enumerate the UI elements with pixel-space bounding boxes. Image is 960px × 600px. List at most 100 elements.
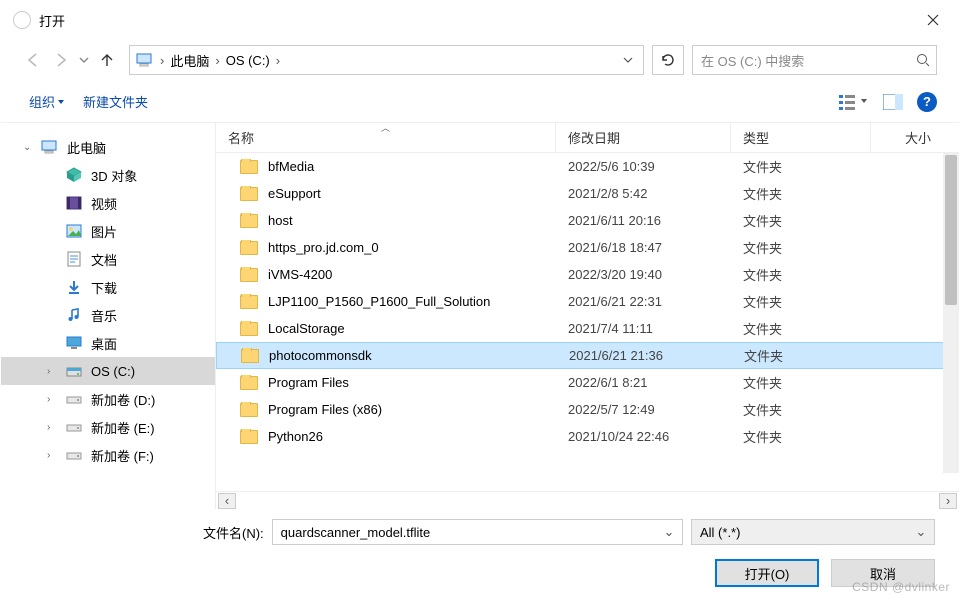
- pc-icon: [41, 138, 59, 156]
- file-type: 文件夹: [731, 319, 871, 338]
- column-headers: ︿ 名称 修改日期 类型 大小: [216, 123, 959, 153]
- tree-item[interactable]: 视频: [1, 189, 215, 217]
- recent-dropdown[interactable]: [75, 46, 93, 74]
- folder-icon: [240, 160, 258, 174]
- view-options-button[interactable]: [839, 93, 869, 111]
- table-row[interactable]: Python262021/10/24 22:46文件夹: [216, 423, 959, 450]
- breadcrumb-item[interactable]: 此电脑: [170, 51, 209, 70]
- tree-item-label: 视频: [91, 194, 117, 213]
- file-type: 文件夹: [731, 211, 871, 230]
- tree-item-label: 此电脑: [67, 138, 106, 157]
- file-type: 文件夹: [731, 292, 871, 311]
- tree-item-this-pc[interactable]: ⌄ 此电脑: [1, 133, 215, 161]
- table-row[interactable]: Program Files (x86)2022/5/7 12:49文件夹: [216, 396, 959, 423]
- file-type: 文件夹: [731, 373, 871, 392]
- file-name: eSupport: [268, 186, 321, 201]
- vertical-scrollbar[interactable]: [943, 153, 959, 473]
- preview-pane-button[interactable]: [883, 94, 903, 110]
- organize-menu[interactable]: 组织: [23, 88, 71, 115]
- file-name: LJP1100_P1560_P1600_Full_Solution: [268, 294, 490, 309]
- tree-item[interactable]: ›新加卷 (D:): [1, 385, 215, 413]
- table-row[interactable]: host2021/6/11 20:16文件夹: [216, 207, 959, 234]
- tree-item-label: 新加卷 (E:): [91, 418, 155, 437]
- file-type: 文件夹: [731, 184, 871, 203]
- back-button[interactable]: [19, 46, 47, 74]
- tree-item[interactable]: 文档: [1, 245, 215, 273]
- file-date: 2022/3/20 19:40: [556, 267, 731, 282]
- chevron-down-icon: [623, 55, 633, 65]
- chevron-right-icon: ›: [215, 53, 219, 68]
- open-button[interactable]: 打开(O): [715, 559, 819, 587]
- table-row[interactable]: iVMS-42002022/3/20 19:40文件夹: [216, 261, 959, 288]
- breadcrumb-item[interactable]: OS (C:): [226, 53, 270, 68]
- column-header-type[interactable]: 类型: [731, 123, 871, 152]
- address-history-dropdown[interactable]: [615, 55, 641, 65]
- collapse-icon[interactable]: ⌄: [23, 142, 31, 153]
- doc-icon: [65, 250, 83, 268]
- expand-icon[interactable]: ›: [47, 422, 50, 433]
- tree-item[interactable]: › 新加卷 (E:): [1, 413, 215, 441]
- file-type: 文件夹: [731, 157, 871, 176]
- scrollbar-track[interactable]: [236, 493, 939, 509]
- column-header-size[interactable]: 大小: [871, 123, 943, 152]
- help-button[interactable]: ?: [917, 92, 937, 112]
- new-folder-button[interactable]: 新建文件夹: [77, 88, 154, 115]
- file-name: LocalStorage: [268, 321, 345, 336]
- tree-item[interactable]: 图片: [1, 217, 215, 245]
- scroll-right-button[interactable]: ›: [939, 493, 957, 509]
- file-type: 文件夹: [732, 346, 872, 365]
- new-folder-label: 新建文件夹: [83, 92, 148, 111]
- column-header-date[interactable]: 修改日期: [556, 123, 731, 152]
- expand-icon[interactable]: ›: [47, 450, 50, 461]
- file-name: Program Files (x86): [268, 402, 382, 417]
- tree-item-label: 音乐: [91, 306, 117, 325]
- scroll-left-button[interactable]: ‹: [218, 493, 236, 509]
- up-button[interactable]: [93, 46, 121, 74]
- horizontal-scrollbar[interactable]: ‹ ›: [216, 491, 959, 509]
- table-row[interactable]: bfMedia2022/5/6 10:39文件夹: [216, 153, 959, 180]
- file-type: 文件夹: [731, 427, 871, 446]
- scrollbar-thumb[interactable]: [945, 155, 957, 305]
- expand-icon[interactable]: ›: [47, 394, 50, 405]
- watermark: CSDN @dvlinker: [852, 580, 950, 594]
- file-date: 2021/7/4 11:11: [556, 321, 731, 336]
- table-row[interactable]: LocalStorage 2021/7/4 11:11文件夹: [216, 315, 959, 342]
- column-header-name[interactable]: ︿ 名称: [216, 123, 556, 152]
- expand-icon[interactable]: ›: [47, 366, 50, 377]
- cube-icon: [65, 166, 83, 184]
- chevron-down-icon[interactable]: ⌄: [910, 524, 932, 540]
- file-type-filter[interactable]: All (*.*) ⌄: [691, 519, 935, 545]
- table-row[interactable]: https_pro.jd.com_02021/6/18 18:47文件夹: [216, 234, 959, 261]
- refresh-button[interactable]: [652, 45, 684, 75]
- tree-item[interactable]: 音乐: [1, 301, 215, 329]
- table-row[interactable]: LJP1100_P1560_P1600_Full_Solution2021/6/…: [216, 288, 959, 315]
- forward-button[interactable]: [47, 46, 75, 74]
- chevron-down-icon[interactable]: ⌄: [658, 524, 680, 540]
- file-name: photocommonsdk: [269, 348, 372, 363]
- file-list[interactable]: bfMedia2022/5/6 10:39文件夹eSupport2021/2/8…: [216, 153, 959, 491]
- tree-item[interactable]: 桌面: [1, 329, 215, 357]
- file-date: 2021/10/24 22:46: [556, 429, 731, 444]
- tree-item-label: 新加卷 (F:): [91, 446, 154, 465]
- dialog-body: ⌄ 此电脑 3D 对象视频图片文档下载音乐桌面›OS (C:)›新加卷 (D:)…: [1, 123, 959, 509]
- folder-icon: [240, 241, 258, 255]
- file-name: Program Files: [268, 375, 349, 390]
- tree-item[interactable]: › 新加卷 (F:): [1, 441, 215, 469]
- address-bar[interactable]: › 此电脑 › OS (C:) ›: [129, 45, 644, 75]
- search-box[interactable]: 在 OS (C:) 中搜索: [692, 45, 937, 75]
- file-date: 2021/6/11 20:16: [556, 213, 731, 228]
- close-button[interactable]: [911, 2, 955, 38]
- chevron-right-icon: ›: [160, 53, 164, 68]
- triangle-down-icon: [57, 98, 65, 106]
- tree-item[interactable]: 下载: [1, 273, 215, 301]
- navigation-tree[interactable]: ⌄ 此电脑 3D 对象视频图片文档下载音乐桌面›OS (C:)›新加卷 (D:)…: [1, 123, 216, 509]
- table-row[interactable]: photocommonsdk2021/6/21 21:36文件夹: [216, 342, 959, 369]
- table-row[interactable]: eSupport2021/2/8 5:42文件夹: [216, 180, 959, 207]
- table-row[interactable]: Program Files2022/6/1 8:21文件夹: [216, 369, 959, 396]
- filename-input[interactable]: quardscanner_model.tflite: [281, 525, 658, 540]
- sort-asc-icon: ︿: [381, 121, 390, 134]
- bottom-panel: 文件名(N): quardscanner_model.tflite ⌄ All …: [1, 509, 959, 599]
- filename-combobox[interactable]: quardscanner_model.tflite ⌄: [272, 519, 683, 545]
- tree-item[interactable]: ›OS (C:): [1, 357, 215, 385]
- tree-item[interactable]: 3D 对象: [1, 161, 215, 189]
